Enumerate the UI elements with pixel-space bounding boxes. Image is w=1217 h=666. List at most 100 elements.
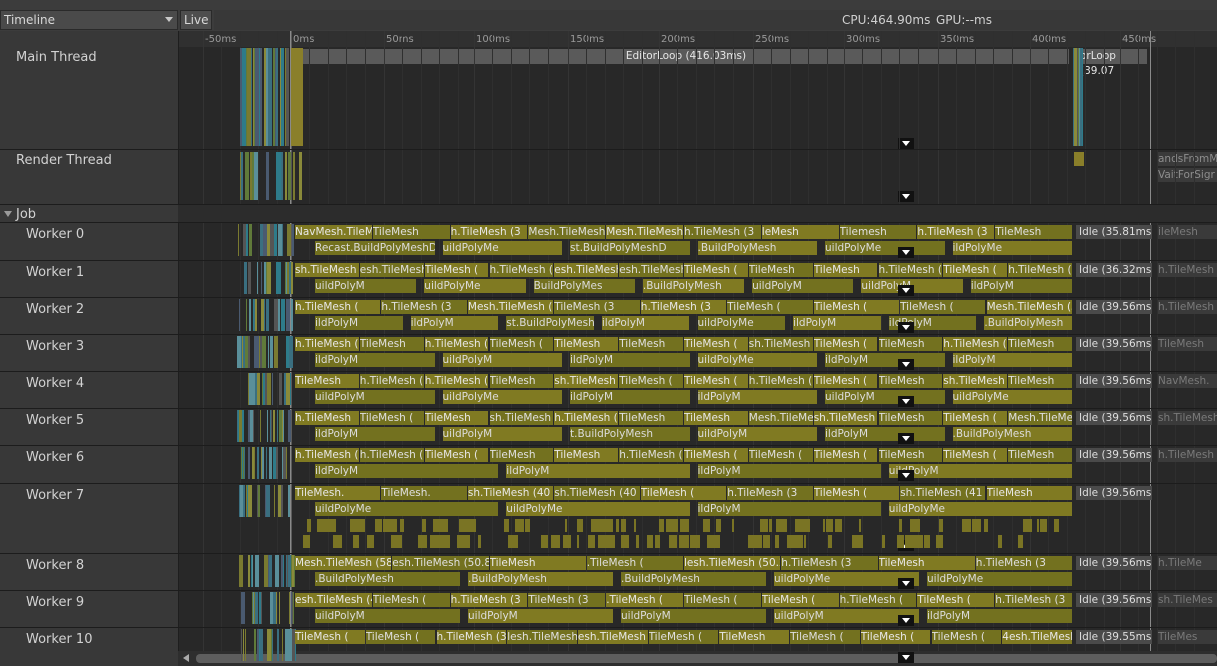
job-sample[interactable]: TileMesh ( (813, 486, 900, 500)
job-sub-sample[interactable]: ildPolyM (570, 390, 690, 404)
job-sample[interactable]: TileMesh ( (359, 411, 424, 425)
job-sub-sample[interactable]: uildPolyMe (697, 316, 786, 330)
job-sample[interactable]: h.TileMesh (3 (450, 225, 528, 239)
job-sub-sample[interactable]: .BuildPolyMesh (984, 316, 1072, 330)
idle-sample[interactable]: Idle (39.56ms) (1076, 486, 1152, 500)
job-sub-sample[interactable]: uildPolyM (752, 279, 854, 293)
worker7-sample[interactable] (897, 535, 904, 548)
job-sample[interactable]: TileMesh. (381, 486, 467, 500)
job-sub-sample[interactable]: ildPolyM (825, 427, 945, 441)
worker7-sample[interactable] (748, 535, 752, 548)
expand-worker-icon[interactable] (898, 470, 914, 481)
worker7-sample[interactable] (374, 519, 383, 532)
job-sample[interactable]: TileMesh ( (684, 448, 748, 462)
worker7-sample[interactable] (366, 535, 374, 548)
job-sample[interactable]: TileMesh ( (943, 263, 1008, 277)
worker7-sample[interactable] (605, 535, 615, 548)
job-sub-sample[interactable]: uildPolyMe (952, 390, 1072, 404)
thread-label-main[interactable]: Main Thread (16, 50, 97, 65)
render-sample-2[interactable]: VaitForSigr (1158, 168, 1217, 182)
job-sample[interactable]: sh.TileMesh (3 (489, 411, 554, 425)
worker7-sample[interactable] (598, 535, 604, 548)
job-sub-sample[interactable]: Recast.BuildPolyMeshDetail (315, 241, 435, 255)
worker7-sample[interactable] (399, 519, 404, 532)
job-sample[interactable]: h.TileMesh ( (424, 374, 489, 388)
job-sample[interactable]: TileMesh ( (424, 448, 489, 462)
job-sub-sample[interactable]: ildPolyMe (952, 241, 1072, 255)
worker7-sample[interactable] (648, 535, 653, 548)
job-sample[interactable]: Mesh.TileMesh (55.22 (748, 411, 813, 425)
worker7-sample[interactable] (615, 519, 620, 532)
job-sample[interactable]: TileMesh ( (372, 593, 450, 607)
job-sub-sample[interactable]: ildPolyM (697, 390, 817, 404)
job-sample[interactable]: TileMesh (719, 630, 790, 644)
expand-worker-icon[interactable] (898, 359, 914, 370)
job-sample[interactable]: h.TileMesh (3 (727, 486, 813, 500)
job-sample[interactable]: TileMesh (878, 556, 975, 570)
job-sample[interactable]: TileMesh ( (943, 448, 1008, 462)
job-sub-sample[interactable]: t.BuildPolyMesh (570, 427, 690, 441)
job-sample[interactable]: TileMesh (986, 486, 1072, 500)
worker7-sample[interactable] (827, 535, 833, 548)
job-sample[interactable]: TileMesh ( (684, 593, 761, 607)
worker7-sample[interactable] (668, 519, 678, 532)
worker7-sample[interactable] (826, 519, 833, 532)
job-sub-sample[interactable]: .BuildPolyMesh (952, 427, 1072, 441)
worker7-sample[interactable] (633, 519, 636, 532)
job-sub-sample[interactable]: .BuildPolyMesh (468, 572, 613, 586)
job-sample[interactable]: Mesh.TileMesh (51.6 (1008, 411, 1072, 425)
job-sub-sample[interactable]: ildPolyM (970, 279, 1072, 293)
job-sample[interactable]: TileMesh ( (684, 337, 748, 351)
idle-sample[interactable]: Idle (39.56ms) (1076, 593, 1152, 607)
worker7-sample[interactable] (525, 519, 530, 532)
job-sub-sample[interactable]: ildPolyM (315, 316, 403, 330)
worker7-sample[interactable] (669, 535, 673, 548)
job-sample[interactable]: h.TileMesh (295, 411, 359, 425)
job-sample[interactable]: esh.TileMesh (50.8 (392, 556, 489, 570)
job-sample[interactable]: TileMesh (1008, 337, 1072, 351)
job-sub-sample[interactable]: uildPolyMe (888, 502, 1073, 516)
job-sample[interactable]: TileMesh (619, 337, 683, 351)
job-sample[interactable]: TileMesh ( (917, 593, 995, 607)
job-sample[interactable]: TileMesh ( (813, 337, 878, 351)
next-frame-sample[interactable]: h.TileMesh (1158, 448, 1217, 462)
thread-group-job[interactable]: Job (16, 207, 36, 222)
worker7-sample[interactable] (383, 519, 393, 532)
idle-sample[interactable]: Idle (39.56ms) (1076, 556, 1152, 570)
job-sample[interactable]: TileMesh (372, 225, 450, 239)
worker7-sample[interactable] (858, 519, 862, 532)
job-sample[interactable]: h.TileMesh ( (839, 593, 917, 607)
worker7-sample[interactable] (654, 535, 660, 548)
job-sample[interactable]: TileMesh ( (489, 337, 554, 351)
job-sample[interactable]: h.TileMesh (3 (450, 593, 528, 607)
job-sub-sample[interactable]: .BuildPolyMesh (621, 572, 766, 586)
worker7-sample[interactable] (962, 519, 971, 532)
job-sample[interactable]: sh.TileMesh (4 (813, 411, 878, 425)
job-sub-sample[interactable]: ildPolyM (952, 353, 1072, 367)
job-sample[interactable]: h.TileMesh ( (359, 448, 424, 462)
worker7-sample[interactable] (564, 519, 568, 532)
expand-main-thread-icon[interactable] (898, 138, 914, 149)
thread-label-render[interactable]: Render Thread (16, 153, 112, 168)
worker7-sample[interactable] (508, 535, 518, 548)
expand-worker-icon[interactable] (898, 322, 914, 333)
job-sub-sample[interactable]: uildPolyM (442, 353, 562, 367)
job-sample[interactable]: h.TileMesh (3 (943, 337, 1008, 351)
worker7-sample[interactable] (601, 519, 609, 532)
worker7-sample[interactable] (470, 519, 476, 532)
worker7-sample[interactable] (353, 519, 361, 532)
job-sub-sample[interactable]: uildPolyM (825, 390, 945, 404)
worker7-sample[interactable] (822, 519, 826, 532)
job-sample[interactable]: leMesh (761, 225, 839, 239)
job-sample[interactable]: h.TileMesh (3 (995, 593, 1072, 607)
job-sample[interactable]: TileMesh (554, 448, 619, 462)
job-sample[interactable]: h.TileMesh (3 (975, 556, 1073, 570)
job-sub-sample[interactable]: uildPolyM (315, 609, 460, 623)
job-sample[interactable]: .TileMesh ( (606, 593, 683, 607)
worker7-sample[interactable] (779, 519, 787, 532)
expand-worker-icon[interactable] (898, 433, 914, 444)
job-sample[interactable]: h.TileMesh ( (489, 263, 554, 277)
job-sample[interactable]: Mesh.TileMesh (53.6 (606, 225, 683, 239)
job-sample[interactable]: TileMesh (424, 411, 489, 425)
job-sample[interactable]: h.TileMesh ( (295, 448, 359, 462)
